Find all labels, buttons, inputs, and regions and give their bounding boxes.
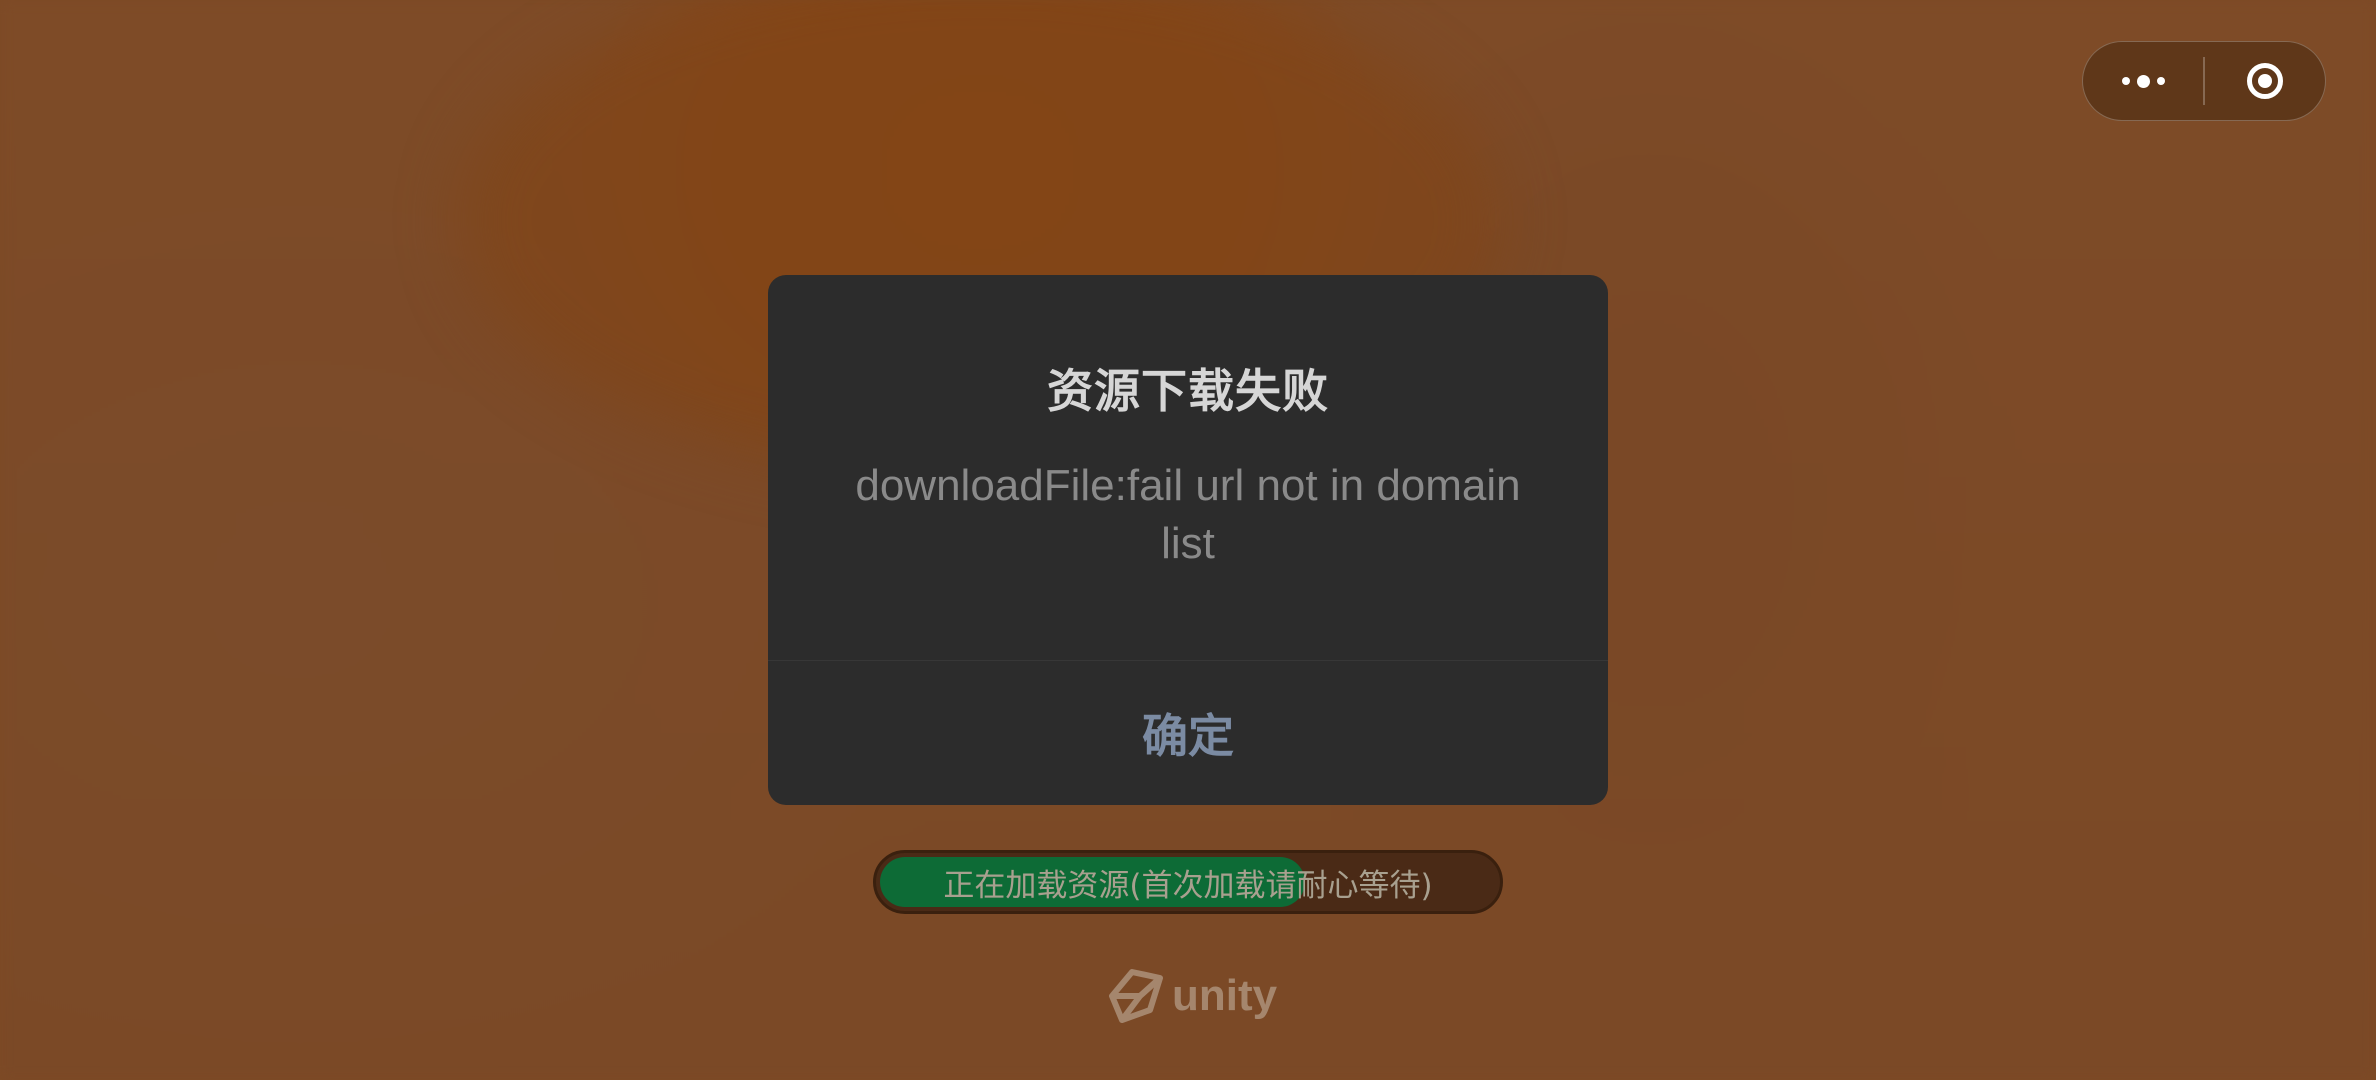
confirm-button[interactable]: 确定 xyxy=(768,661,1608,805)
unity-logo: unity xyxy=(1104,966,1277,1026)
error-dialog: 资源下载失败 downloadFile:fail url not in doma… xyxy=(768,275,1608,805)
dialog-title: 资源下载失败 xyxy=(1047,364,1329,418)
dialog-message: downloadFile:fail url not in domain list xyxy=(855,461,1521,568)
close-button[interactable] xyxy=(2205,42,2325,120)
loading-progress-bar: 正在加载资源(首次加载请耐心等待) xyxy=(873,850,1503,914)
target-circle-icon xyxy=(2246,63,2283,99)
more-dots-icon xyxy=(2121,74,2165,88)
capsule-menu xyxy=(2082,41,2326,121)
loading-text: 正在加载资源(首次加载请耐心等待) xyxy=(943,867,1433,904)
unity-wordmark: unity xyxy=(1172,971,1278,1020)
more-button[interactable] xyxy=(2083,42,2203,120)
unity-cube-icon xyxy=(1109,969,1163,1023)
